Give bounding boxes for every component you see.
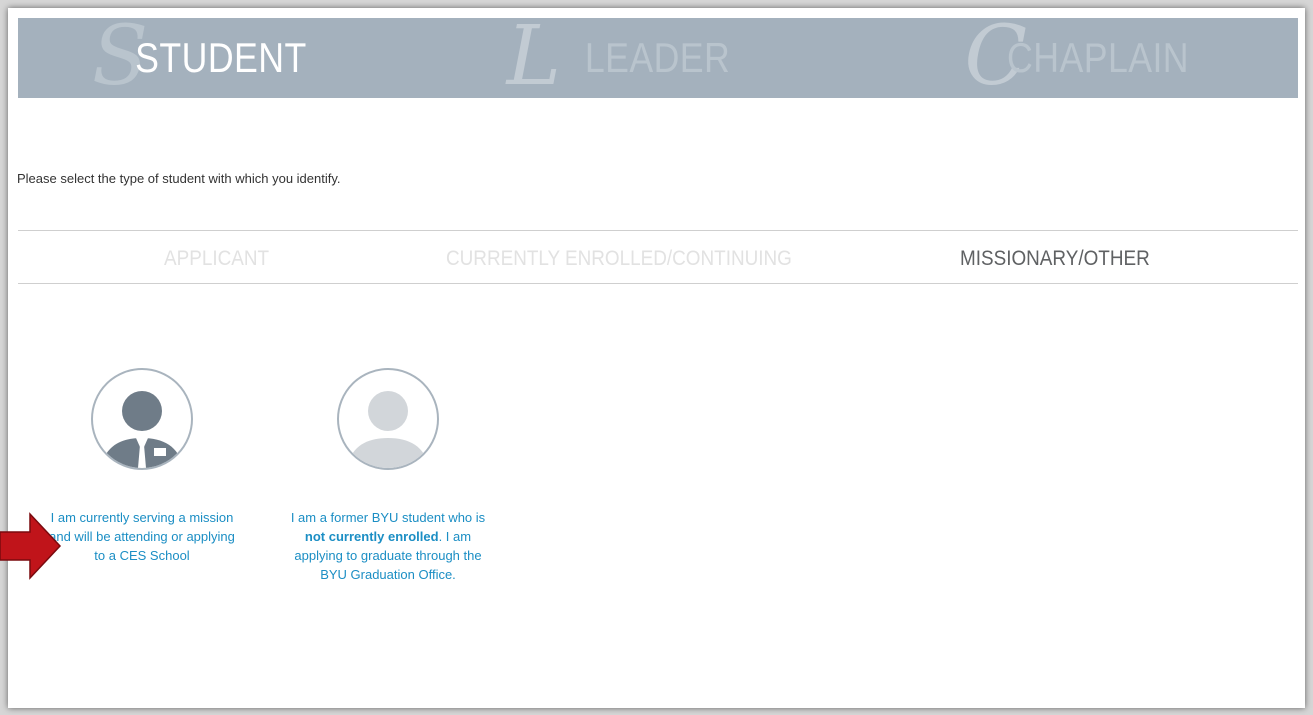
missionary-avatar-icon[interactable]	[91, 368, 193, 470]
page-frame	[8, 8, 1305, 708]
option-former-student[interactable]: I am a former BYU student who is not cur…	[288, 368, 488, 584]
student-type-prompt: Please select the type of student with w…	[17, 171, 341, 186]
tab-leader-label: LEADER	[585, 34, 731, 81]
person-avatar-icon[interactable]	[337, 368, 439, 470]
tab-chaplain[interactable]: C CHAPLAIN	[871, 12, 1298, 102]
option-former-student-text: I am a former BYU student who is not cur…	[288, 508, 488, 584]
tab-missionary-other[interactable]: MISSIONARY/OTHER	[960, 231, 1150, 283]
tab-chaplain-label: CHAPLAIN	[1006, 34, 1189, 81]
tab-applicant[interactable]: APPLICANT	[164, 231, 269, 283]
option-missionary-text: I am currently serving a mission and wil…	[49, 510, 235, 563]
student-type-tabs: APPLICANT CURRENTLY ENROLLED/CONTINUING …	[18, 230, 1298, 284]
tab-student[interactable]: S STUDENT	[18, 12, 445, 102]
red-arrow-icon	[0, 512, 62, 580]
role-selector: S STUDENT L LEADER C CHAPLAIN	[18, 12, 1298, 102]
tab-currently-enrolled[interactable]: CURRENTLY ENROLLED/CONTINUING	[446, 231, 792, 283]
tab-student-label: STUDENT	[135, 34, 308, 81]
text-before: I am a former BYU student who is	[290, 510, 486, 525]
not-enrolled-emphasis: not currently enrolled	[304, 529, 439, 544]
tab-leader[interactable]: L LEADER	[445, 12, 872, 102]
option-missionary[interactable]: I am currently serving a mission and wil…	[42, 368, 242, 565]
leader-script-initial: L	[506, 9, 562, 104]
